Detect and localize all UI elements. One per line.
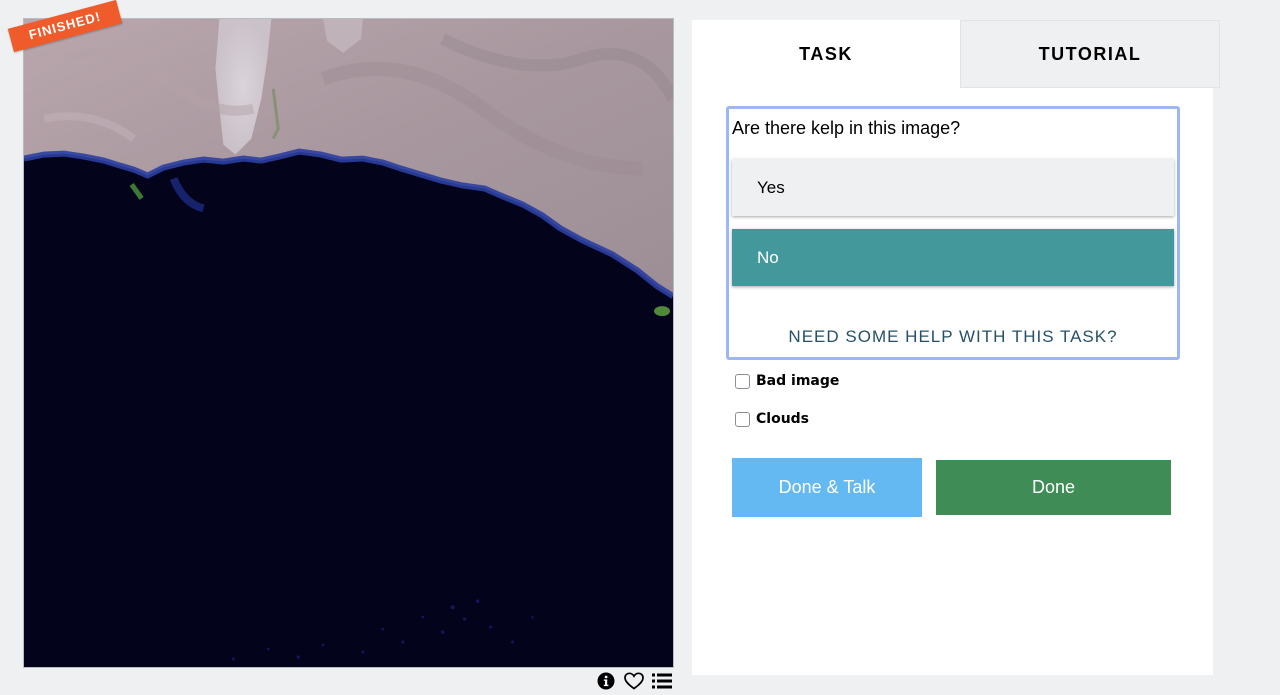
task-tabs: TASK TUTORIAL xyxy=(692,20,1220,88)
satellite-image xyxy=(24,19,673,667)
help-link[interactable]: NEED SOME HELP WITH THIS TASK? xyxy=(729,327,1177,347)
checkbox-box[interactable] xyxy=(735,411,750,427)
answer-yes[interactable]: Yes xyxy=(732,159,1174,216)
info-icon[interactable] xyxy=(596,671,616,691)
checkbox-label: Bad image xyxy=(756,373,840,389)
question-area: Are there kelp in this image? Yes No NEE… xyxy=(726,106,1180,360)
bad-image-checkbox[interactable]: Bad image xyxy=(735,372,839,390)
heart-icon[interactable] xyxy=(624,671,644,691)
done-button[interactable]: Done xyxy=(936,460,1171,515)
task-panel: TASK TUTORIAL Are there kelp in this ima… xyxy=(692,20,1220,675)
clouds-checkbox[interactable]: Clouds xyxy=(735,410,809,428)
tab-task[interactable]: TASK xyxy=(692,20,960,88)
checkbox-box[interactable] xyxy=(735,373,750,389)
tab-tutorial[interactable]: TUTORIAL xyxy=(960,20,1220,88)
list-icon[interactable] xyxy=(652,671,672,691)
done-and-talk-button[interactable]: Done & Talk xyxy=(732,458,922,517)
question-text: Are there kelp in this image? xyxy=(732,118,961,138)
checkbox-label: Clouds xyxy=(756,411,810,427)
subject-metadata-toolbar xyxy=(590,671,672,691)
subject-image[interactable] xyxy=(23,18,674,668)
answer-no[interactable]: No xyxy=(732,229,1174,286)
